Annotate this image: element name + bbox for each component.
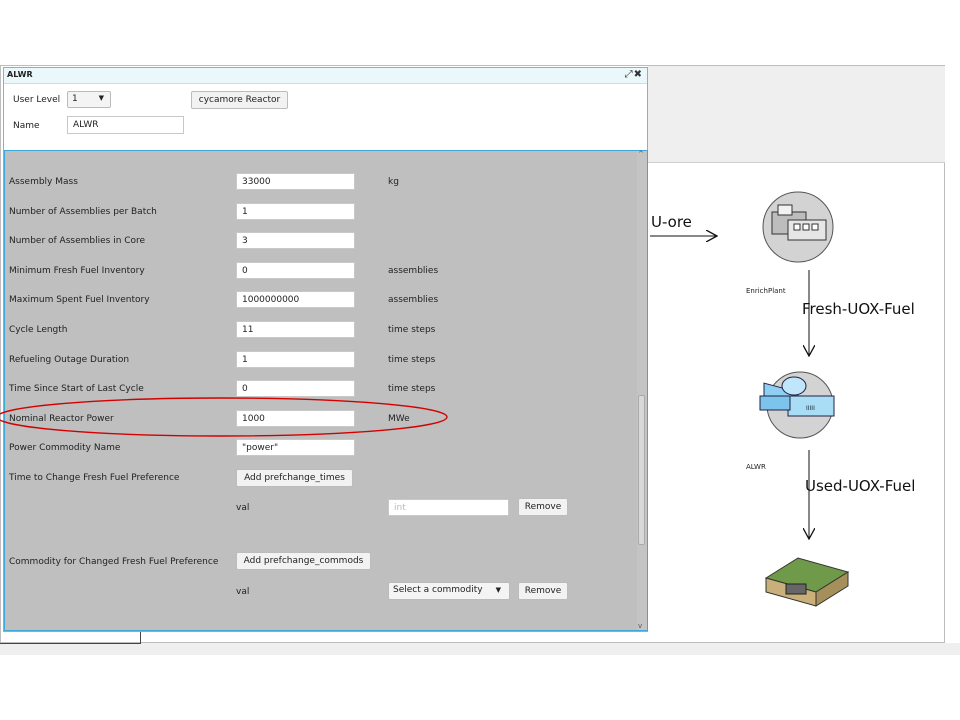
prefchange-commods-val-label: val xyxy=(236,587,250,597)
param-label: Number of Assemblies in Core xyxy=(9,236,146,246)
param-input[interactable]: 0 xyxy=(236,262,355,279)
param-label: Cycle Length xyxy=(9,325,68,335)
fresh-uox-fuel-label: Fresh-UOX-Fuel xyxy=(802,300,915,318)
highlight-ellipse-shape xyxy=(0,397,448,437)
chevron-down-icon: ▼ xyxy=(98,94,104,102)
add-prefchange-times-button[interactable]: Add prefchange_times xyxy=(236,469,353,487)
background-bottom-strip xyxy=(0,643,960,655)
param-input[interactable]: 1 xyxy=(236,351,355,368)
chevron-down-icon: ▼ xyxy=(495,586,501,594)
prefchange-times-input[interactable]: int xyxy=(388,499,509,516)
param-label: Number of Assemblies per Batch xyxy=(9,207,157,217)
scroll-up-icon[interactable]: ^ xyxy=(638,150,644,158)
user-level-select[interactable]: 1 ▼ xyxy=(67,91,111,108)
param-input[interactable]: "power" xyxy=(236,439,355,456)
param-unit: time steps xyxy=(388,325,436,335)
param-label: Assembly Mass xyxy=(9,177,78,187)
enrich-plant-node-icon xyxy=(762,191,834,263)
dialog-title: ALWR xyxy=(7,70,33,79)
param-input[interactable]: 11 xyxy=(236,321,355,338)
param-unit: assemblies xyxy=(388,266,439,276)
svg-text:IIIII: IIIII xyxy=(806,405,815,412)
flow-diagram: IIIII xyxy=(650,191,850,607)
user-level-label: User Level xyxy=(13,95,61,105)
dialog-title-bar[interactable]: ALWR ⤢✖ xyxy=(4,68,647,84)
highlight-ellipse xyxy=(0,397,448,437)
param-unit: time steps xyxy=(388,355,436,365)
archetype-button[interactable]: cycamore Reactor xyxy=(191,91,288,109)
commodity-select[interactable]: Select a commodity ▼ xyxy=(388,582,510,600)
param-input[interactable]: 33000 xyxy=(236,173,355,190)
remove-prefchange-times-button[interactable]: Remove xyxy=(518,498,568,516)
name-input[interactable]: ALWR xyxy=(67,116,184,134)
vertical-scrollbar[interactable]: ^ v xyxy=(637,150,647,630)
prefchange-commods-label: Commodity for Changed Fresh Fuel Prefere… xyxy=(9,557,219,567)
background-top-panel xyxy=(648,66,945,163)
param-unit: assemblies xyxy=(388,295,439,305)
close-icon[interactable]: ✖ xyxy=(634,69,643,80)
enrich-plant-node-label: EnrichPlant xyxy=(746,287,786,295)
param-label: Power Commodity Name xyxy=(9,443,121,453)
repository-node-icon xyxy=(764,557,850,607)
prefchange-times-val-label: val xyxy=(236,503,250,513)
background-panel-corner xyxy=(0,630,141,644)
param-unit: time steps xyxy=(388,384,436,394)
scroll-down-icon[interactable]: v xyxy=(638,622,642,630)
param-unit: kg xyxy=(388,177,399,187)
prefchange-times-label: Time to Change Fresh Fuel Preference xyxy=(9,473,180,483)
commodity-select-value: Select a commodity xyxy=(393,585,483,595)
used-uox-fuel-label: Used-UOX-Fuel xyxy=(805,477,916,495)
alwr-reactor-node-icon: IIIII xyxy=(759,371,835,439)
alwr-node-label: ALWR xyxy=(746,463,766,471)
param-input[interactable]: 3 xyxy=(236,232,355,249)
u-ore-label: U-ore xyxy=(651,213,692,231)
param-input[interactable]: 1000000000 xyxy=(236,291,355,308)
param-label: Minimum Fresh Fuel Inventory xyxy=(9,266,145,276)
param-label: Time Since Start of Last Cycle xyxy=(9,384,144,394)
param-input[interactable]: 1 xyxy=(236,203,355,220)
add-prefchange-commods-button[interactable]: Add prefchange_commods xyxy=(236,552,371,570)
user-level-value: 1 xyxy=(72,94,78,104)
remove-prefchange-commods-button[interactable]: Remove xyxy=(518,582,568,600)
param-label: Maximum Spent Fuel Inventory xyxy=(9,295,150,305)
maximize-icon[interactable]: ⤢ xyxy=(625,69,634,80)
scrollbar-thumb[interactable] xyxy=(638,395,645,545)
name-label: Name xyxy=(13,121,40,131)
param-label: Refueling Outage Duration xyxy=(9,355,130,365)
